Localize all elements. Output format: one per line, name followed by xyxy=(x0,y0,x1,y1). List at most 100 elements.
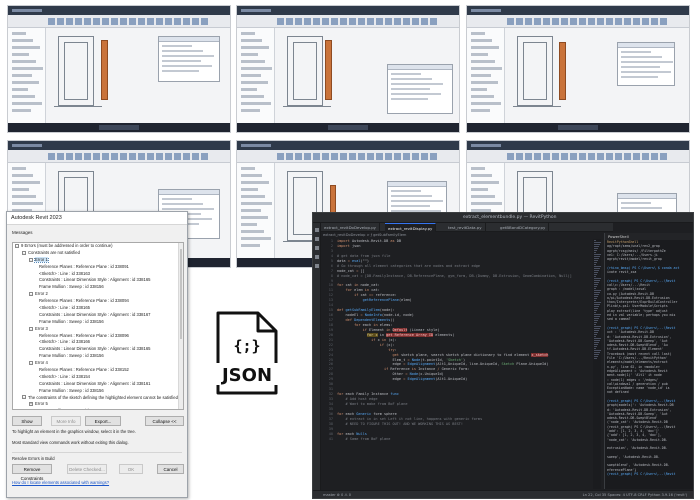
view-commands-hint: Most standard view commands work without… xyxy=(12,440,129,445)
tree-node[interactable]: Constraints : Linear Dimension Style : A… xyxy=(13,312,183,319)
activity-bar[interactable] xyxy=(313,223,321,490)
code-token: Other xyxy=(392,372,406,377)
editor-tab[interactable]: test_revitData.py xyxy=(445,223,486,232)
tree-node[interactable]: - The constraints of the sketch defining … xyxy=(13,395,183,402)
collapse-node-icon[interactable]: - xyxy=(29,361,33,366)
tree-node[interactable]: Reference Planes : Reference Plane : id … xyxy=(13,333,183,340)
tree-node[interactable]: Constraints : Linear Dimension Style : A… xyxy=(13,346,183,353)
revit-thumbnail xyxy=(236,5,460,133)
terminal-line: (revit_graph) PS C:\Users\...\Revit xyxy=(607,472,676,477)
divider xyxy=(12,452,182,453)
code-token: DependentElements xyxy=(354,318,391,322)
tree-node[interactable]: - Error 4 xyxy=(13,360,183,367)
code-token: [] xyxy=(360,268,365,273)
tree-node[interactable]: <Sketch> : Line : id 338165 xyxy=(13,305,183,312)
tree-node[interactable]: Frame Mullion : Sweep : id 338156 xyxy=(13,319,183,326)
tree-node[interactable]: - Constraints are not satisfied xyxy=(13,250,183,257)
collapse-node-icon[interactable]: - xyxy=(29,292,33,297)
code-token: eval xyxy=(351,258,361,263)
tree-node-label: The constraints of the sketch defining t… xyxy=(28,394,180,400)
collapse-node-icon[interactable]: - xyxy=(22,395,26,400)
error-tree[interactable]: -9 Errors (must be addressed in order to… xyxy=(12,242,184,410)
code-token: ) xyxy=(463,357,466,362)
code-token: # Go through all element categories that… xyxy=(337,263,481,268)
status-left[interactable]: master ⊗ 0 ⚠ 0 xyxy=(323,491,351,498)
tree-node-label: Error 1 xyxy=(34,256,49,263)
code-token: sketch plane, search sketch plane dictio… xyxy=(401,352,532,357)
code-token: each xyxy=(345,431,357,436)
code-token: json xyxy=(351,243,361,248)
tree-node[interactable]: Reference Planes : Reference Plane : id … xyxy=(13,264,183,271)
line-number: 41 xyxy=(328,436,333,441)
tree-node[interactable]: Frame Mullion : Sweep : id 338156 xyxy=(13,353,183,360)
code-token: in xyxy=(386,327,393,332)
code-token: for xyxy=(345,288,355,293)
more-info-button[interactable]: More Info xyxy=(51,416,81,426)
tree-node[interactable]: -9 Errors (must be addressed in order to… xyxy=(13,243,183,250)
tree-node[interactable]: Reference Planes : Reference Plane : id … xyxy=(13,298,183,305)
code-token: Plane.UniqueId) xyxy=(514,362,549,367)
code-token: Element xyxy=(369,327,387,332)
tree-node[interactable]: - Error 2 xyxy=(13,291,183,298)
editor-titlebar: extract_elementbundle.py — RevitPython xyxy=(313,213,693,229)
tree-node[interactable]: Reference Planes : Reference Plane : id … xyxy=(13,367,183,374)
code-token: # extract in in set Left it not line, ha… xyxy=(337,416,483,421)
resolve-errors-label: Resolve Errors in Build xyxy=(12,456,55,461)
code-token: getReferencePlane xyxy=(362,298,399,303)
tree-node[interactable]: Frame Mullion : Sweep : id 338156 xyxy=(13,284,183,291)
editor-tab[interactable]: extract_revitDisplay.py xyxy=(385,223,437,232)
collapse-node-icon[interactable]: - xyxy=(29,326,33,331)
code-token: elems: xyxy=(379,322,393,327)
tree-node-label: <Sketch> : Line : id 338165 xyxy=(39,305,90,311)
json-glyph: {;} xyxy=(233,337,260,355)
code-token: Default xyxy=(392,327,408,332)
collapse-node-icon[interactable]: - xyxy=(15,243,19,248)
code-token: edge xyxy=(392,362,404,367)
tree-scrollbar[interactable] xyxy=(178,243,183,409)
tree-node[interactable]: <Sketch> : Line : id 338154 xyxy=(13,374,183,381)
help-link[interactable]: How do I locate elements associated with… xyxy=(12,480,109,485)
tree-node[interactable]: - Error 3 xyxy=(13,326,183,333)
ok-button[interactable]: OK xyxy=(119,464,143,474)
code-token: node_cat xyxy=(337,268,357,273)
cancel-button[interactable]: Cancel xyxy=(157,464,184,474)
collapse-node-icon[interactable]: - xyxy=(22,250,26,255)
code-area[interactable]: 1 import Autodesk.Revit.DB as DB 2 import j… xyxy=(321,239,606,489)
minimap[interactable] xyxy=(593,239,601,489)
code-token: # Add host edge xyxy=(337,397,378,401)
tree-node[interactable]: Constraints : Linear Dimension Style : A… xyxy=(13,381,183,388)
editor-tab[interactable]: getBBandDCategory.py xyxy=(497,223,550,232)
delete-checked-button[interactable]: Delete Checked... xyxy=(67,464,107,474)
code-token: (node): xyxy=(379,308,395,313)
export-button[interactable]: Export... xyxy=(85,416,121,426)
show-button[interactable]: Show xyxy=(12,416,42,426)
tree-node-label: Reference Planes : Reference Plane : id … xyxy=(39,298,129,304)
tree-node[interactable]: Frame Mullion : Sweep : id 338156 xyxy=(13,408,183,409)
terminal-panel[interactable]: PowerShell RevitPythonShell ag/rapt/sems/… xyxy=(604,233,693,489)
tree-node[interactable]: <Sketch> : Line : id 338166 xyxy=(13,339,183,346)
expand-node-icon[interactable]: + xyxy=(29,402,33,407)
tree-node[interactable]: + Error 5 xyxy=(13,401,183,408)
code-token: import xyxy=(337,243,352,248)
collapse-button[interactable]: Collapse << xyxy=(145,416,184,426)
tree-node-label: Frame Mullion : Sweep : id 338156 xyxy=(39,318,104,324)
remove-constraints-button[interactable]: Remove Constraints xyxy=(12,464,52,481)
collapse-node-icon[interactable]: - xyxy=(29,257,33,262)
status-bar: master ⊗ 0 ⚠ 0 Ln 22, Col 35 Spaces: 4 U… xyxy=(313,490,693,498)
tree-node[interactable]: Constraints : Linear Dimension Style : A… xyxy=(13,277,183,284)
editor-tab[interactable]: extract_revitDoDevelop.py xyxy=(321,223,380,232)
code-token: Instance xyxy=(418,367,438,372)
tree-node[interactable]: Frame Mullion : Sweep : id 338156 xyxy=(13,388,183,395)
status-right[interactable]: Ln 22, Col 35 Spaces: 4 UTF-8 CRLF Pytho… xyxy=(583,491,687,498)
tree-node[interactable]: - Error 1 xyxy=(13,256,183,264)
code-token: EdgeAlignment xyxy=(407,377,436,382)
tree-node-label: Frame Mullion : Sweep : id 338156 xyxy=(39,387,104,393)
tree-node-label: Error 4 xyxy=(35,360,48,366)
tree-node[interactable]: <Sketch> : Line : id 338163 xyxy=(13,271,183,278)
